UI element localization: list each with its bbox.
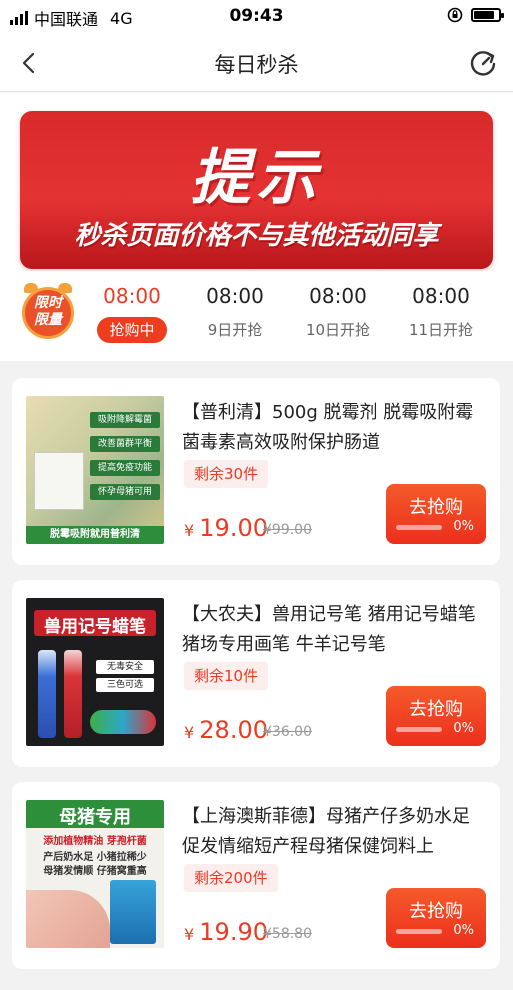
battery-icon xyxy=(471,8,504,22)
refresh-icon[interactable] xyxy=(467,45,499,79)
product-image[interactable]: 母猪专用 添加植物精油 芽孢杆菌 产后奶水足 小猪拉稀少 母猪发情顺 仔猪窝重高 xyxy=(26,800,164,948)
slot-time: 08:00 xyxy=(309,284,367,308)
price-value: 28.00 xyxy=(199,716,268,744)
marker-pen-red xyxy=(64,650,82,738)
product-list: 吸附降解霉菌 改善菌群平衡 提高免疫功能 怀孕母猪可用 脱霉吸附就用普利清 【普… xyxy=(0,361,513,990)
page-title: 每日秒杀 xyxy=(214,53,299,77)
price-value: 19.90 xyxy=(199,918,268,946)
status-right xyxy=(447,7,504,23)
buy-label: 去抢购 xyxy=(409,699,463,720)
clock-time: 09:43 xyxy=(229,6,284,26)
nav-bar: 每日秒杀 xyxy=(0,34,513,92)
thumb-line: 产后奶水足 小猪拉稀少 xyxy=(43,852,147,863)
buy-label: 去抢购 xyxy=(409,901,463,922)
product-card[interactable]: 兽用记号蜡笔 无毒安全 三色可选 【大农夫】兽用记号笔 猪用记号蜡笔 猪场专用画… xyxy=(12,580,500,767)
sold-percent: 0% xyxy=(453,923,474,938)
buy-now-button[interactable]: 去抢购 0% xyxy=(386,484,486,544)
product-title[interactable]: 【大农夫】兽用记号笔 猪用记号蜡笔 猪场专用画笔 牛羊记号笔 xyxy=(182,600,482,660)
marker-caps xyxy=(90,710,156,734)
slot-status: 抢购中 xyxy=(97,317,167,343)
stock-badge: 剩余10件 xyxy=(184,662,269,690)
product-card[interactable]: 母猪专用 添加植物精油 芽孢杆菌 产后奶水足 小猪拉稀少 母猪发情顺 仔猪窝重高… xyxy=(12,782,500,969)
marker-pen-blue xyxy=(38,650,56,738)
product-card[interactable]: 吸附降解霉菌 改善菌群平衡 提高免疫功能 怀孕母猪可用 脱霉吸附就用普利清 【普… xyxy=(12,378,500,565)
notice-title: 提示 xyxy=(190,143,323,213)
flash-sale-page: 提示 秒杀页面价格不与其他活动同享 限时 限量 08:00 抢购中 08:00 … xyxy=(0,93,513,990)
slot-status: 11日开抢 xyxy=(408,321,474,339)
product-package xyxy=(34,452,84,510)
original-price: ¥58.80 xyxy=(263,926,312,942)
thumb-chip: 三色可选 xyxy=(96,678,154,692)
sold-progress-bar xyxy=(396,929,442,934)
thumb-tag: 吸附降解霉菌 xyxy=(90,412,160,428)
thumb-tag: 提高免疫功能 xyxy=(90,460,160,476)
slot-status: 9日开抢 xyxy=(207,321,263,339)
buy-label: 去抢购 xyxy=(409,497,463,518)
thumb-line: 添加植物精油 芽孢杆菌 xyxy=(43,836,147,847)
stock-badge: 剩余30件 xyxy=(184,460,269,488)
sale-price: ¥ 19.90 xyxy=(184,918,268,946)
notice-subtitle: 秒杀页面价格不与其他活动同享 xyxy=(74,221,439,251)
original-price: ¥99.00 xyxy=(263,522,312,538)
time-slot-2[interactable]: 08:00 9日开抢 xyxy=(185,281,285,343)
time-slot-3[interactable]: 08:00 10日开抢 xyxy=(288,281,388,343)
product-title[interactable]: 【上海澳斯菲德】母猪产仔多奶水足促发情缩短产程母猪保健饲料上 xyxy=(182,802,482,862)
orientation-lock-icon xyxy=(447,7,463,23)
piglet-photo xyxy=(26,890,110,948)
sold-progress-bar xyxy=(396,525,442,530)
badge-line-2: 限量 xyxy=(34,312,62,328)
currency-symbol: ¥ xyxy=(184,925,195,944)
thumb-tag: 怀孕母猪可用 xyxy=(90,484,160,500)
thumb-footer: 脱霉吸附就用普利清 xyxy=(26,526,164,544)
product-image[interactable]: 兽用记号蜡笔 无毒安全 三色可选 xyxy=(26,598,164,746)
slot-status: 10日开抢 xyxy=(305,321,371,339)
badge-line-1: 限时 xyxy=(34,295,62,311)
slot-time: 08:00 xyxy=(103,284,161,308)
product-image[interactable]: 吸附降解霉菌 改善菌群平衡 提高免疫功能 怀孕母猪可用 脱霉吸附就用普利清 xyxy=(26,396,164,544)
thumb-chip: 无毒安全 xyxy=(96,660,154,674)
thumb-heading: 兽用记号蜡笔 xyxy=(44,617,146,637)
product-package xyxy=(110,880,156,944)
thumb-tag: 改善菌群平衡 xyxy=(90,436,160,452)
slot-time: 08:00 xyxy=(412,284,470,308)
thumb-heading: 母猪专用 xyxy=(59,807,131,828)
sold-progress-bar xyxy=(396,727,442,732)
original-price: ¥36.00 xyxy=(263,724,312,740)
sale-price: ¥ 19.00 xyxy=(184,514,268,542)
sale-price: ¥ 28.00 xyxy=(184,716,268,744)
currency-symbol: ¥ xyxy=(184,521,195,540)
product-title[interactable]: 【普利清】500g 脱霉剂 脱霉吸附霉菌毒素高效吸附保护肠道 xyxy=(182,398,482,458)
buy-now-button[interactable]: 去抢购 0% xyxy=(386,686,486,746)
notice-banner: 提示 秒杀页面价格不与其他活动同享 xyxy=(20,111,493,269)
time-slot-4[interactable]: 08:00 11日开抢 xyxy=(391,281,491,343)
time-slot-1[interactable]: 08:00 抢购中 xyxy=(82,281,182,343)
stock-badge: 剩余200件 xyxy=(184,864,278,892)
slot-time: 08:00 xyxy=(206,284,264,308)
sold-percent: 0% xyxy=(453,519,474,534)
sold-percent: 0% xyxy=(453,721,474,736)
price-value: 19.00 xyxy=(199,514,268,542)
time-slot-strip: 限时 限量 08:00 抢购中 08:00 9日开抢 08:00 10日开抢 0… xyxy=(0,271,513,361)
status-bar: 中国联通 4G 09:43 xyxy=(0,0,513,34)
currency-symbol: ¥ xyxy=(184,723,195,742)
buy-now-button[interactable]: 去抢购 0% xyxy=(386,888,486,948)
limited-time-badge: 限时 限量 xyxy=(18,281,78,341)
thumb-line: 母猪发情顺 仔猪窝重高 xyxy=(43,866,147,877)
